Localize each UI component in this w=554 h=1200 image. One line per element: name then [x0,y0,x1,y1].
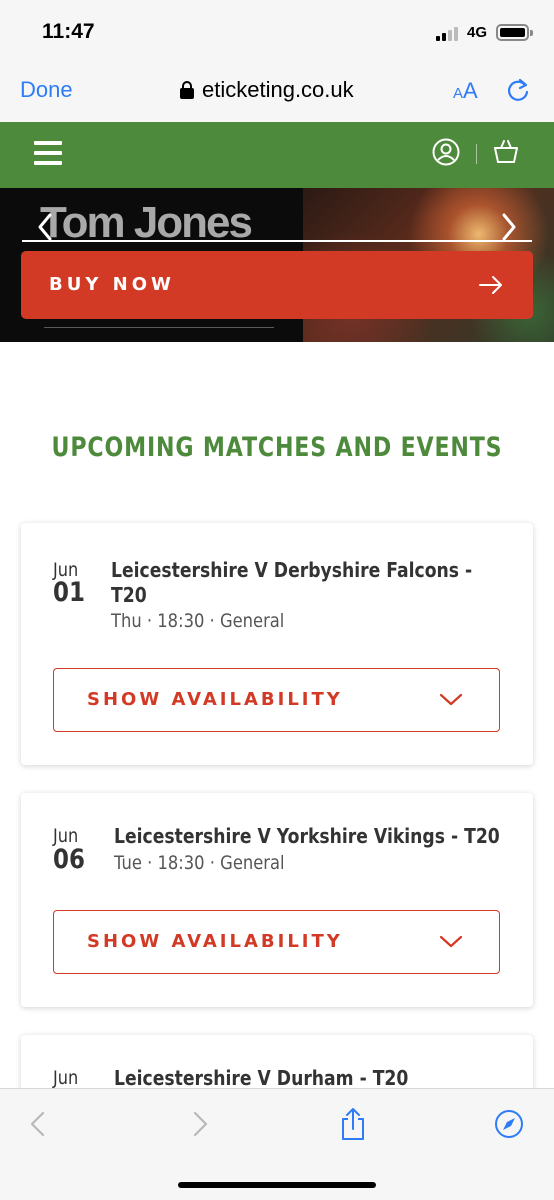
hero-divider [22,240,532,242]
buy-now-label: BUY NOW [49,274,175,295]
text-size-large: A [463,78,478,103]
site-header [0,122,554,188]
event-title-line1: Leicestershire V Derbyshire Falcons - [111,558,473,582]
chevron-right-icon[interactable] [500,212,518,242]
show-availability-label: SHOW AVAILABILITY [87,931,343,952]
header-divider [476,144,477,164]
chevron-down-icon [439,935,463,948]
arrow-right-icon [479,276,502,294]
hamburger-icon[interactable] [34,141,62,165]
battery-icon [496,24,533,41]
text-size-button[interactable]: AA [453,78,478,104]
browser-bar: Done eticketing.co.uk AA [0,60,554,122]
lock-icon [180,81,194,99]
done-button[interactable]: Done [20,77,73,103]
address-bar[interactable]: eticketing.co.uk [180,77,354,103]
hero-underline [44,327,274,328]
show-availability-button[interactable]: SHOW AVAILABILITY [53,910,500,974]
home-indicator [178,1182,376,1188]
basket-icon[interactable] [493,139,519,165]
event-card: Jun 06 Leicestershire V Yorkshire Viking… [21,793,533,1007]
event-meta: Tue · 18:30 · General [114,852,285,874]
compass-icon[interactable] [494,1109,524,1139]
chevron-left-icon[interactable] [36,212,54,242]
back-icon[interactable] [24,1109,54,1139]
user-icon[interactable] [432,138,460,166]
buy-now-button[interactable]: BUY NOW [21,251,533,319]
section-title: UPCOMING MATCHES AND EVENTS [51,432,503,463]
network-type: 4G [467,24,488,41]
event-day: 01 [53,577,85,608]
show-availability-label: SHOW AVAILABILITY [87,689,343,710]
event-card: Jun 01 Leicestershire V Derbyshire Falco… [21,523,533,765]
text-size-small: A [453,85,464,102]
event-title-line2: T20 [111,583,147,607]
forward-icon[interactable] [184,1109,214,1139]
event-title[interactable]: Leicestershire V Derbyshire Falcons - T2… [111,558,511,608]
status-bar: 11:47 4G [0,0,554,60]
event-title[interactable]: Leicestershire V Yorkshire Vikings - T20 [114,824,514,849]
event-meta: Thu · 18:30 · General [111,610,285,632]
share-icon[interactable] [338,1107,368,1141]
status-time: 11:47 [42,20,95,43]
event-title-line1: Leicestershire V Yorkshire Vikings - T20 [114,824,500,848]
event-month: Jun [53,1067,79,1089]
url-text: eticketing.co.uk [202,77,354,102]
reload-icon[interactable] [505,77,531,103]
signal-icon [436,27,464,41]
chevron-down-icon [439,693,463,706]
event-day: 06 [53,844,85,875]
show-availability-button[interactable]: SHOW AVAILABILITY [53,668,500,732]
